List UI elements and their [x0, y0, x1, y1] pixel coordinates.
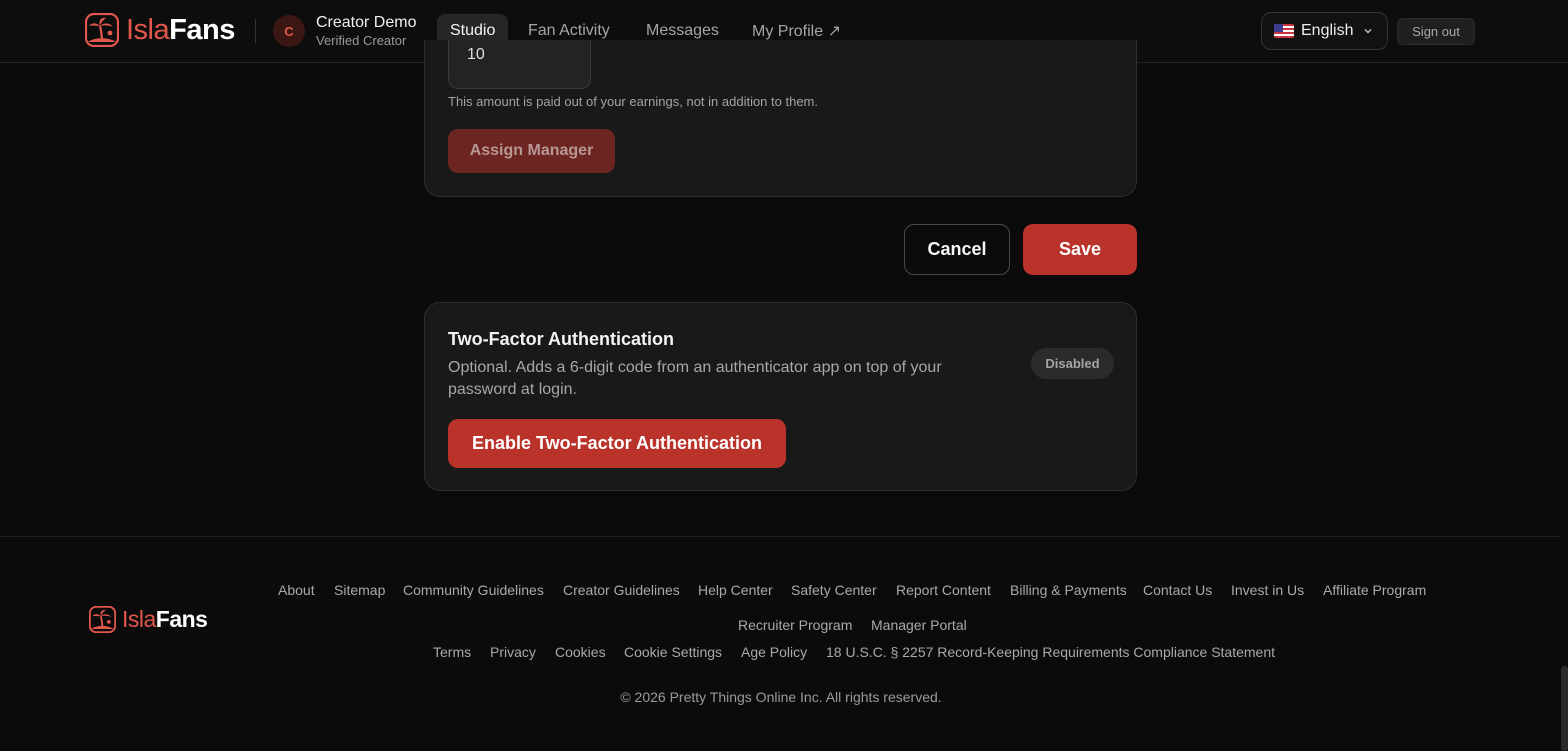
footer-link-manager-portal[interactable]: Manager Portal: [871, 617, 967, 633]
header-divider: [255, 19, 256, 43]
footer-link-sitemap[interactable]: Sitemap: [334, 582, 385, 598]
footer-link-help-center[interactable]: Help Center: [698, 582, 773, 598]
us-flag-icon: [1274, 24, 1294, 38]
footer-link-cookies[interactable]: Cookies: [555, 644, 606, 660]
language-selector[interactable]: English: [1261, 12, 1388, 50]
brand-wordmark: IslaFans: [126, 13, 235, 46]
footer-divider: [0, 536, 1560, 537]
footer-brand-logo[interactable]: IslaFans: [89, 606, 208, 633]
footer-link-about[interactable]: About: [278, 582, 315, 598]
user-name: Creator Demo: [316, 14, 417, 31]
user-role: Verified Creator: [316, 33, 407, 48]
footer-link-affiliate-program[interactable]: Affiliate Program: [1323, 582, 1426, 598]
two-factor-title: Two-Factor Authentication: [448, 329, 674, 349]
footer-link-creator-guidelines[interactable]: Creator Guidelines: [563, 582, 680, 598]
footer-link-2257-statement[interactable]: 18 U.S.C. § 2257 Record-Keeping Requirem…: [826, 644, 1275, 660]
manager-settings-card: 10 This amount is paid out of your earni…: [424, 40, 1137, 197]
save-button[interactable]: Save: [1023, 224, 1137, 275]
manager-percent-input[interactable]: 10: [448, 40, 591, 89]
chevron-down-icon: [1364, 28, 1373, 34]
footer-link-contact-us[interactable]: Contact Us: [1143, 582, 1212, 598]
footer-link-age-policy[interactable]: Age Policy: [741, 644, 807, 660]
footer-link-terms[interactable]: Terms: [433, 644, 471, 660]
manager-percent-hint: This amount is paid out of your earnings…: [448, 94, 818, 109]
cancel-button[interactable]: Cancel: [904, 224, 1010, 275]
two-factor-description: Optional. Adds a 6-digit code from an au…: [448, 359, 942, 398]
footer-link-recruiter-program[interactable]: Recruiter Program: [738, 617, 852, 633]
footer-link-invest[interactable]: Invest in Us: [1231, 582, 1304, 598]
assign-manager-button[interactable]: Assign Manager: [448, 129, 615, 173]
page-scrollbar[interactable]: [1561, 666, 1568, 751]
footer-link-report-content[interactable]: Report Content: [896, 582, 991, 598]
palm-tree-logo-icon: [89, 606, 116, 633]
two-factor-card: Two-Factor Authentication Optional. Adds…: [424, 302, 1137, 491]
status-badge: Disabled: [1031, 348, 1114, 379]
footer-link-billing-payments[interactable]: Billing & Payments: [1010, 582, 1127, 598]
footer-link-safety-center[interactable]: Safety Center: [791, 582, 877, 598]
copyright-text: © 2026 Pretty Things Online Inc. All rig…: [620, 689, 942, 705]
enable-two-factor-button[interactable]: Enable Two-Factor Authentication: [448, 419, 786, 468]
avatar[interactable]: C: [273, 15, 305, 47]
brand-logo[interactable]: IslaFans: [85, 13, 235, 47]
language-label: English: [1301, 22, 1354, 39]
palm-tree-logo-icon: [85, 13, 119, 47]
footer-link-privacy[interactable]: Privacy: [490, 644, 536, 660]
sign-out-button[interactable]: Sign out: [1397, 18, 1475, 45]
footer-link-community-guidelines[interactable]: Community Guidelines: [403, 582, 544, 598]
footer-link-cookie-settings[interactable]: Cookie Settings: [624, 644, 722, 660]
footer-brand-wordmark: IslaFans: [122, 606, 208, 632]
